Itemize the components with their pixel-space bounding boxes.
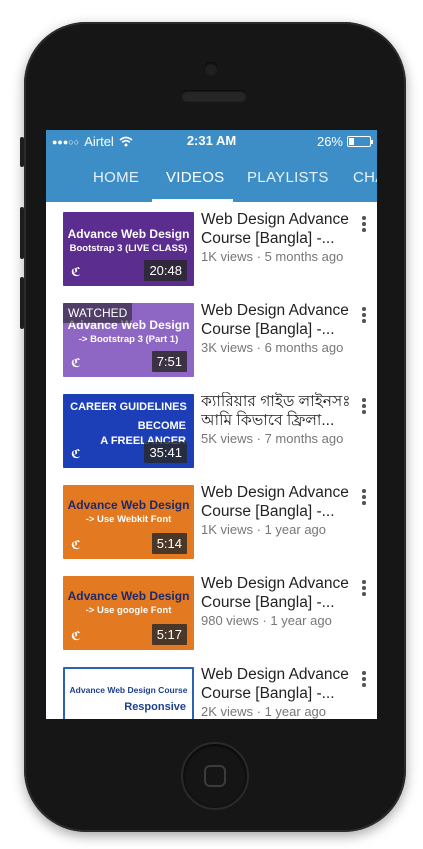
- front-camera: [204, 62, 218, 76]
- video-duration: 5:17: [151, 624, 187, 645]
- tab-home[interactable]: HOME: [93, 169, 139, 186]
- battery-icon: [347, 136, 373, 147]
- video-row[interactable]: Advance Web Design -> Use google Font ℭ …: [46, 566, 377, 658]
- video-row[interactable]: Advance Web Design -> Bootstrap 3 (Part …: [46, 293, 377, 385]
- thumbnail-subtitle: Bootstrap 3 (LIVE CLASS): [69, 243, 188, 254]
- thumbnail-title: Advance Web Design: [67, 589, 190, 603]
- video-row[interactable]: Advance Web Design -> Use Webkit Font ℭ …: [46, 475, 377, 567]
- video-title[interactable]: Web Design Advance Course [Bangla] -...: [201, 301, 351, 339]
- video-thumbnail[interactable]: CAREER GUIDELINES BECOME A FREELANCER ℭ …: [63, 394, 194, 468]
- video-title[interactable]: Web Design Advance Course [Bangla] -...: [201, 665, 351, 703]
- video-row[interactable]: CAREER GUIDELINES BECOME A FREELANCER ℭ …: [46, 384, 377, 476]
- video-duration: 5:14: [151, 533, 187, 554]
- thumbnail-subtitle: -> Use google Font: [85, 605, 172, 616]
- video-title[interactable]: Web Design Advance Course [Bangla] -...: [201, 483, 351, 521]
- more-options-icon[interactable]: [361, 307, 367, 325]
- volume-down-button: [20, 277, 24, 329]
- video-meta: 5K views · 7 months ago: [201, 431, 344, 446]
- mute-switch: [20, 137, 24, 167]
- thumbnail-title: Advance Web Design Course: [69, 685, 188, 695]
- phone-screen: ●●●○○ Airtel 2:31 AM 26% HOME VIDEOS PLA…: [46, 130, 377, 719]
- video-title[interactable]: Web Design Advance Course [Bangla] -...: [201, 574, 351, 612]
- status-bar: ●●●○○ Airtel 2:31 AM 26%: [46, 130, 377, 152]
- video-meta: 2K views · 1 year ago: [201, 704, 327, 719]
- video-duration: 35:41: [144, 442, 187, 463]
- earpiece-speaker: [181, 90, 247, 102]
- video-meta: 3K views · 6 months ago: [201, 340, 344, 355]
- video-duration: 7:51: [151, 351, 187, 372]
- video-thumbnail[interactable]: Advance Web Design -> Bootstrap 3 (Part …: [63, 303, 194, 377]
- video-meta: 980 views · 1 year ago: [201, 613, 332, 628]
- home-square-icon: [204, 765, 226, 787]
- more-options-icon[interactable]: [361, 398, 367, 416]
- channel-logo-icon: ℭ: [71, 629, 81, 643]
- tab-videos[interactable]: VIDEOS: [166, 169, 224, 186]
- battery-percent: 26%: [316, 134, 343, 149]
- video-duration: 20:48: [144, 260, 187, 281]
- video-title[interactable]: ক্যারিয়ার গাইড লাইনসঃ আমি কিভাবে ফ্রিলা…: [201, 392, 351, 430]
- video-meta: 1K views · 5 months ago: [201, 249, 344, 264]
- channel-tab-bar: HOME VIDEOS PLAYLISTS CHA: [46, 152, 377, 202]
- more-options-icon[interactable]: [361, 216, 367, 234]
- more-options-icon[interactable]: [361, 489, 367, 507]
- tab-playlists[interactable]: PLAYLISTS: [247, 169, 329, 186]
- video-title[interactable]: Web Design Advance Course [Bangla] -...: [201, 210, 351, 248]
- thumbnail-title: Advance Web Design: [67, 498, 190, 512]
- more-options-icon[interactable]: [361, 580, 367, 598]
- video-thumbnail[interactable]: Advance Web Design -> Use Webkit Font ℭ …: [63, 485, 194, 559]
- video-row[interactable]: Advance Web Design Bootstrap 3 (LIVE CLA…: [46, 202, 377, 294]
- channel-logo-icon: ℭ: [71, 447, 81, 461]
- video-meta: 1K views · 1 year ago: [201, 522, 327, 537]
- thumbnail-subtitle: -> Bootstrap 3 (Part 1): [78, 334, 179, 345]
- thumbnail-subtitle: Responsive: [124, 701, 186, 713]
- video-thumbnail[interactable]: Advance Web Design Course Responsive: [63, 667, 194, 719]
- channel-logo-icon: ℭ: [71, 538, 81, 552]
- thumbnail-title: CAREER GUIDELINES: [70, 401, 187, 413]
- video-row[interactable]: Advance Web Design Course Responsive Web…: [46, 657, 377, 719]
- thumbnail-subtitle: -> Use Webkit Font: [85, 514, 172, 525]
- video-thumbnail[interactable]: Advance Web Design Bootstrap 3 (LIVE CLA…: [63, 212, 194, 286]
- watched-badge: WATCHED: [63, 303, 133, 323]
- thumbnail-title: Advance Web Design: [67, 227, 190, 241]
- video-thumbnail[interactable]: Advance Web Design -> Use google Font ℭ …: [63, 576, 194, 650]
- volume-up-button: [20, 207, 24, 259]
- tab-channels[interactable]: CHA: [353, 169, 377, 186]
- more-options-icon[interactable]: [361, 671, 367, 689]
- thumbnail-subtitle: BECOME: [137, 420, 186, 432]
- channel-logo-icon: ℭ: [71, 265, 81, 279]
- home-button[interactable]: [181, 742, 249, 810]
- channel-logo-icon: ℭ: [71, 356, 81, 370]
